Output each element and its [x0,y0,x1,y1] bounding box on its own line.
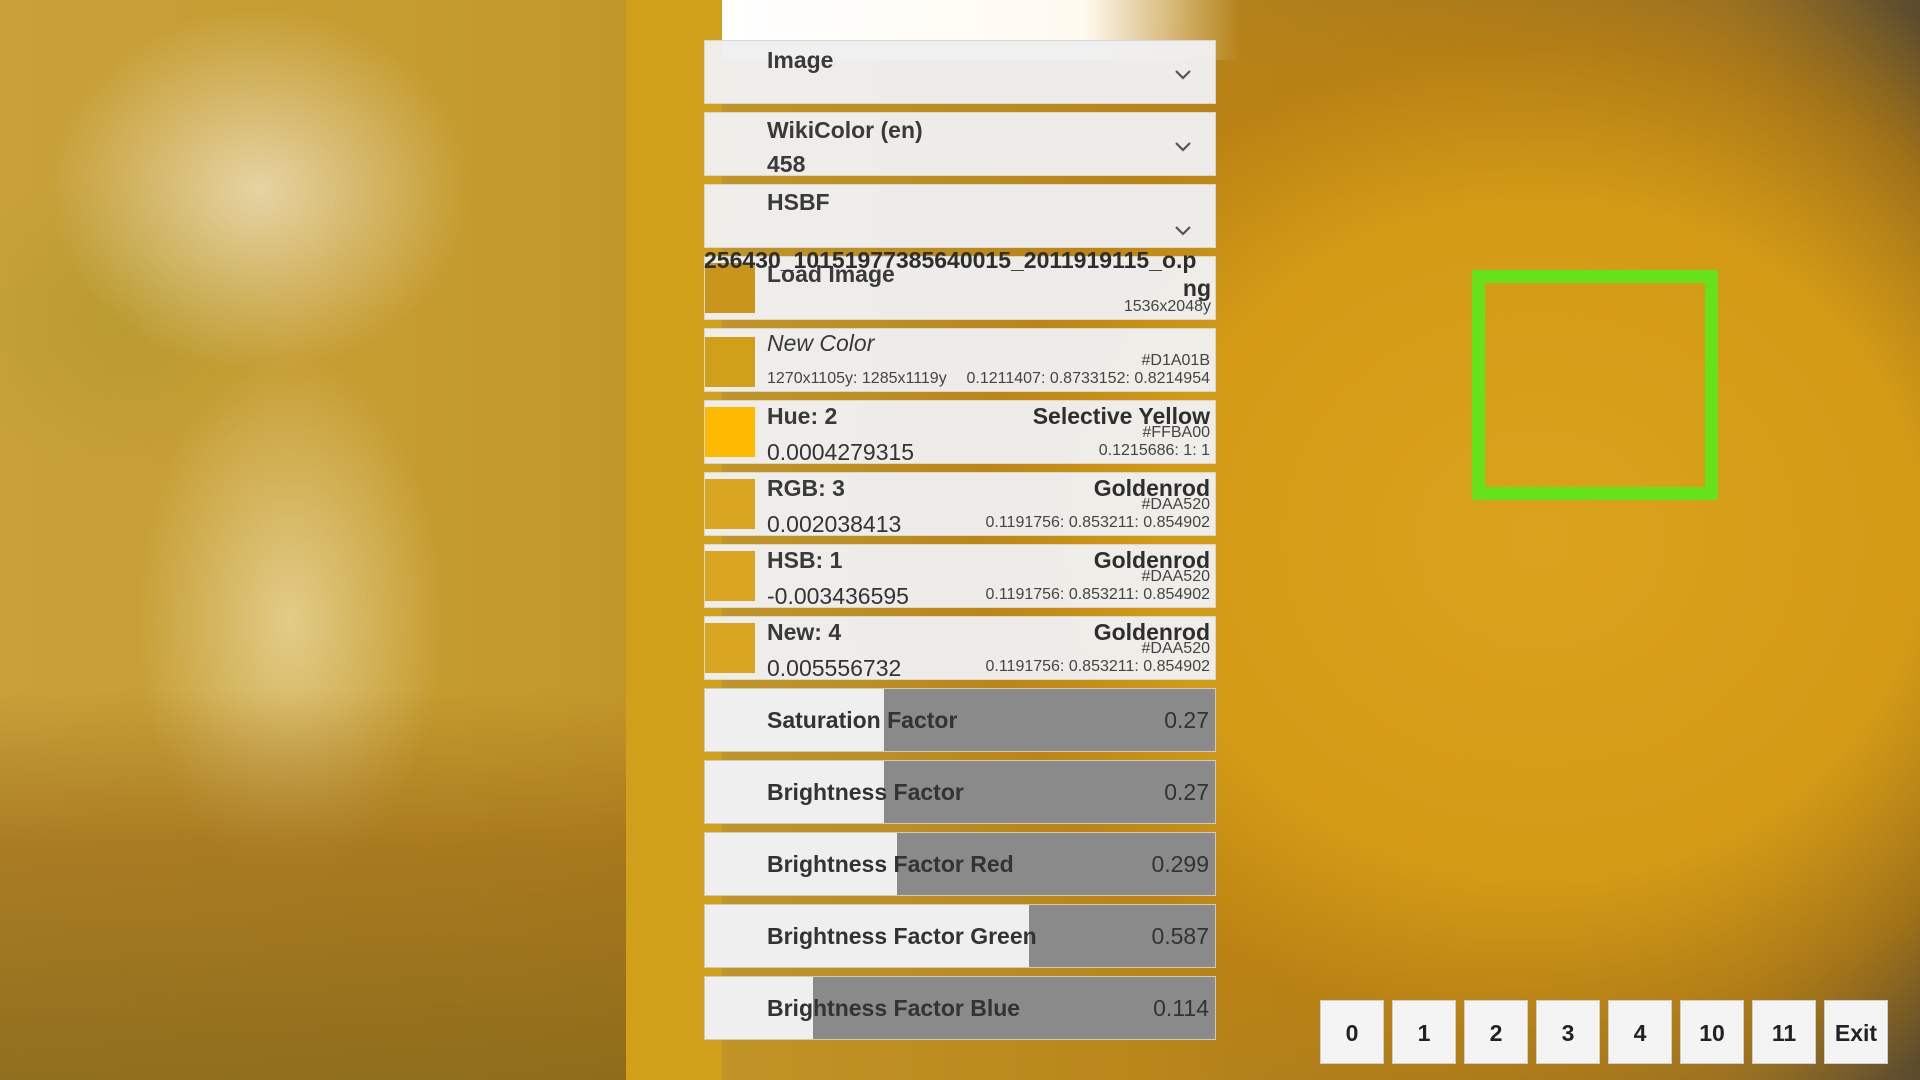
palette-dropdown[interactable]: WikiColor (en) 458 [704,112,1216,177]
match-index: 3 [832,475,845,501]
match-hex: #DAA520 [1141,568,1211,585]
match-index: 4 [828,619,842,645]
button-2[interactable]: 2 [1464,1000,1528,1064]
image-dimensions: 1536x2048y [1123,298,1211,315]
mode-dropdown[interactable]: HSBF [704,184,1216,248]
match-color-swatch [705,623,755,673]
mode-dropdown-label: HSBF [767,189,830,215]
slider-brightness-factor-green[interactable]: Brightness Factor Green 0.587 [704,904,1216,968]
slider-value: 0.27 [1164,707,1209,733]
new-color-label: New Color [767,330,875,356]
new-color-hex: #D1A01B [1141,352,1211,369]
exit-button[interactable]: Exit [1824,1000,1888,1064]
button-3[interactable]: 3 [1536,1000,1600,1064]
chevron-down-icon [1175,70,1191,80]
image-dropdown[interactable]: Image [704,40,1216,104]
image-filename: 256430_10151977385640015_2011919115_o.p … [704,246,1216,302]
slider-value: 0.27 [1164,779,1209,805]
match-hsb: 0.1191756: 0.853211: 0.854902 [985,658,1210,675]
new-color-swatch [705,337,755,387]
button-11[interactable]: 11 [1752,1000,1816,1064]
control-panel: Image WikiColor (en) 458 HSBF Load Image… [704,0,1216,1080]
button-1[interactable]: 1 [1392,1000,1456,1064]
button-0[interactable]: 0 [1320,1000,1384,1064]
slider-brightness-factor-blue[interactable]: Brightness Factor Blue 0.114 [704,976,1216,1040]
match-hsb: 0.1191756: 0.853211: 0.854902 [985,586,1210,603]
slider-value: 0.114 [1153,995,1209,1021]
match-method: Hue: 2 [767,403,838,429]
image-dropdown-label: Image [767,47,834,73]
match-index: 1 [829,547,843,573]
button-4[interactable]: 4 [1608,1000,1672,1064]
match-row[interactable]: New: 4 0.005556732 Goldenrod #DAA520 0.11917… [704,616,1216,681]
match-hsb: 0.1215686: 1: 1 [1098,442,1210,459]
match-method: HSB: 1 [767,547,843,573]
match-row[interactable]: RGB: 3 0.002038413 Goldenrod #DAA520 0.11917… [704,472,1216,537]
match-row[interactable]: HSB: 1 -0.003436595 Goldenrod #DAA520 0.1191… [704,544,1216,609]
match-index: 2 [824,403,838,429]
new-color-coords: 1270x1105y: 1285x1119y [767,370,947,387]
slider-label: Brightness Factor Red [767,851,1014,877]
slider-brightness-factor[interactable]: Brightness Factor 0.27 [704,760,1216,824]
palette-dropdown-label: WikiColor (en) [767,117,923,143]
image-filename-line1: 256430_10151977385640015_2011919115_o.p [704,247,1197,273]
slider-value: 0.587 [1151,923,1209,949]
slider-label: Brightness Factor Blue [767,995,1021,1021]
match-delta: 0.0004279315 [767,439,915,465]
slider-value: 0.299 [1151,851,1209,877]
match-hex: #DAA520 [1141,496,1211,513]
match-hex: #DAA520 [1141,640,1211,657]
chevron-down-icon [1175,226,1191,236]
background-shadow [0,690,640,1080]
new-color-row[interactable]: New Color #D1A01B 1270x1105y: 1285x1119y… [704,328,1216,392]
slider-brightness-factor-red[interactable]: Brightness Factor Red 0.299 [704,832,1216,896]
button-10[interactable]: 10 [1680,1000,1744,1064]
palette-count: 458 [767,151,806,177]
match-row[interactable]: Hue: 2 0.0004279315 Selective Yellow #FFBA0… [704,400,1216,465]
match-delta: 0.002038413 [767,511,902,537]
match-delta: 0.005556732 [767,655,902,681]
slider-label: Brightness Factor Green [767,923,1037,949]
match-color-swatch [705,551,755,601]
match-color-swatch [705,479,755,529]
match-hex: #FFBA00 [1142,424,1210,441]
match-hsb: 0.1191756: 0.853211: 0.854902 [985,514,1210,531]
new-color-hsb: 0.1211407: 0.8733152: 0.8214954 [966,370,1211,387]
chevron-down-icon [1175,142,1191,152]
match-color-swatch [705,407,755,457]
slider-label: Saturation Factor [767,707,958,733]
sample-area-marker[interactable] [1472,270,1718,500]
slider-label: Brightness Factor [767,779,964,805]
match-method: New: 4 [767,619,842,645]
slider-saturation-factor[interactable]: Saturation Factor 0.27 [704,688,1216,752]
match-method: RGB: 3 [767,475,845,501]
match-delta: -0.003436595 [767,583,909,609]
